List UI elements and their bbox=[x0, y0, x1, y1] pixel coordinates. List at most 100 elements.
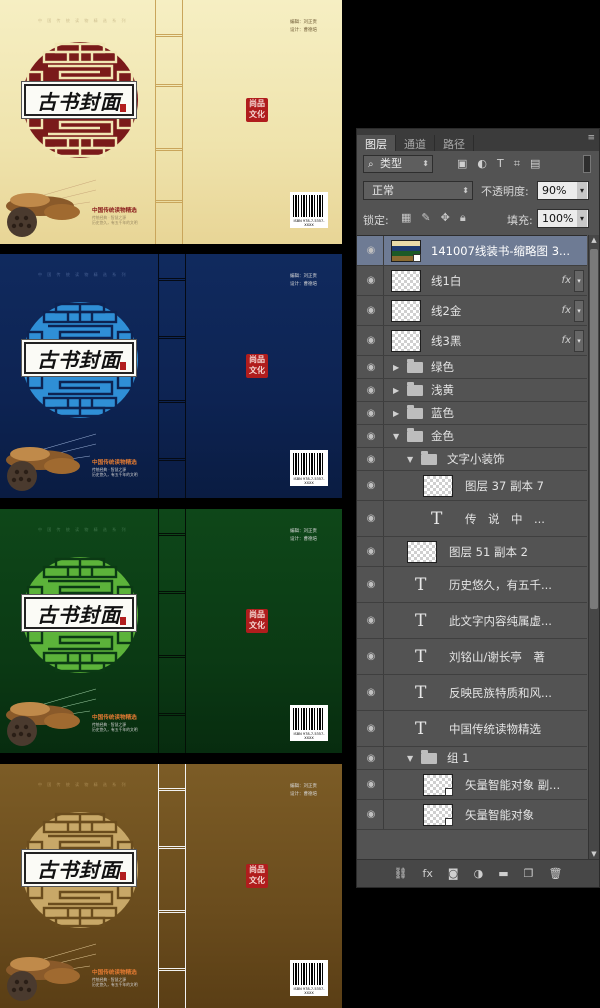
eye-icon[interactable]: ◉ bbox=[363, 513, 379, 524]
shape-filter-icon[interactable]: ⌗ bbox=[514, 157, 520, 171]
smart-object-filter-icon[interactable]: ▤ bbox=[530, 157, 540, 171]
pixel-filter-icon[interactable]: ▣ bbox=[457, 157, 467, 171]
eye-icon[interactable]: ◉ bbox=[363, 335, 379, 346]
new-layer-icon[interactable]: ❐ bbox=[524, 867, 534, 880]
tab-paths[interactable]: 路径 bbox=[435, 135, 474, 151]
adjustment-layer-icon[interactable]: ◑ bbox=[474, 867, 484, 880]
scroll-up-icon[interactable]: ▲ bbox=[589, 235, 599, 245]
lock-all-icon[interactable]: 🔒︎ bbox=[460, 211, 466, 225]
scroll-down-icon[interactable]: ▼ bbox=[589, 849, 599, 859]
cover-gold: 中 国 传 统 读 物 精 选 系 列 编辑：刘正贵 设计：曹德培 古书封面 尚… bbox=[0, 764, 342, 1008]
expand-arrow-icon[interactable]: ▶ bbox=[393, 409, 399, 418]
add-mask-icon[interactable]: ◙ bbox=[448, 867, 459, 880]
eye-icon[interactable]: ◉ bbox=[363, 615, 379, 626]
text-layer-row[interactable]: ◉ T 反映民族特质和风... bbox=[357, 675, 587, 711]
text-layer-row[interactable]: ◉ T 历史悠久，有五千... bbox=[357, 567, 587, 603]
fx-icon[interactable]: fx bbox=[562, 275, 571, 286]
dropdown-arrow-icon[interactable]: ▾ bbox=[577, 210, 587, 227]
eye-icon[interactable]: ◉ bbox=[363, 385, 379, 396]
lock-paint-icon[interactable]: ✎ bbox=[421, 211, 430, 225]
bamboo-spine bbox=[158, 254, 186, 498]
fx-icon[interactable]: fx bbox=[562, 335, 571, 346]
tab-layers[interactable]: 图层 bbox=[357, 135, 396, 151]
fx-icon[interactable]: fx bbox=[562, 305, 571, 316]
layer-row[interactable]: ◉ 图层 37 副本 7 bbox=[357, 471, 587, 501]
layer-style-icon[interactable]: fx bbox=[423, 867, 433, 880]
expand-effects-icon[interactable]: ▾ bbox=[574, 270, 584, 292]
eye-icon[interactable]: ◉ bbox=[363, 809, 379, 820]
collapse-arrow-icon[interactable]: ▼ bbox=[407, 455, 413, 464]
cover-green: 中 国 传 统 读 物 精 选 系 列 编辑：刘正贵 设计：曹德培 古书封面 尚… bbox=[0, 509, 342, 753]
eye-icon[interactable]: ◉ bbox=[363, 723, 379, 734]
layer-row[interactable]: ◉ 线1白 fx ▾ bbox=[357, 266, 587, 296]
lock-icons: ▦ ✎ ✥ 🔒︎ bbox=[401, 211, 466, 225]
text-layer-row[interactable]: ◉ T 此文字内容纯属虚... bbox=[357, 603, 587, 639]
filter-kind-select[interactable]: ⌕ 类型 ⬍ bbox=[363, 155, 433, 173]
group-row[interactable]: ◉ ▶ 蓝色 bbox=[357, 402, 587, 425]
text-layer-icon: T bbox=[415, 610, 427, 631]
link-layers-icon[interactable]: ⛓ bbox=[394, 867, 408, 880]
eye-icon[interactable]: ◉ bbox=[363, 245, 379, 256]
group-row[interactable]: ◉ ▶ 绿色 bbox=[357, 356, 587, 379]
eye-icon[interactable]: ◉ bbox=[363, 651, 379, 662]
layer-row[interactable]: ◉ 141007线装书-缩略图 3... bbox=[357, 236, 587, 266]
type-filter-icon[interactable]: T bbox=[497, 157, 504, 171]
eye-icon[interactable]: ◉ bbox=[363, 687, 379, 698]
delete-layer-icon[interactable]: 🗑︎ bbox=[548, 867, 562, 880]
collapse-arrow-icon[interactable]: ▼ bbox=[393, 432, 399, 441]
lock-position-icon[interactable]: ✥ bbox=[441, 211, 450, 225]
layers-scrollbar[interactable]: ▲ ▼ bbox=[588, 235, 599, 859]
eye-icon[interactable]: ◉ bbox=[363, 408, 379, 419]
layer-row[interactable]: ◉ 线3黑 fx ▾ bbox=[357, 326, 587, 356]
expand-arrow-icon[interactable]: ▶ bbox=[393, 386, 399, 395]
layer-name: 中国传统读物精选 bbox=[449, 721, 541, 736]
scroll-thumb[interactable] bbox=[590, 249, 598, 609]
red-seal: 尚品 文化 bbox=[246, 98, 268, 122]
group-row[interactable]: ◉ ▼ 组 1 bbox=[357, 747, 587, 770]
dropdown-arrow-icon[interactable]: ▾ bbox=[577, 182, 587, 199]
expand-effects-icon[interactable]: ▾ bbox=[574, 330, 584, 352]
layer-thumbnail bbox=[391, 269, 421, 292]
smart-object-row[interactable]: ◉ 矢量智能对象 副... bbox=[357, 770, 587, 800]
new-group-icon[interactable]: ▬ bbox=[498, 867, 508, 880]
eye-icon[interactable]: ◉ bbox=[363, 431, 379, 442]
eye-icon[interactable]: ◉ bbox=[363, 454, 379, 465]
layer-name: 此文字内容纯属虚... bbox=[449, 613, 552, 628]
group-name: 文字小装饰 bbox=[447, 452, 505, 466]
series-subtext: 传统经典 · 智慧之源 历史悠久，有五千年的文明 bbox=[92, 467, 138, 477]
herb-illustration bbox=[6, 688, 96, 746]
layer-row[interactable]: ◉ 线2金 fx ▾ bbox=[357, 296, 587, 326]
expand-effects-icon[interactable]: ▾ bbox=[574, 300, 584, 322]
fill-input[interactable]: 100% ▾ bbox=[537, 209, 589, 228]
eye-icon[interactable]: ◉ bbox=[363, 305, 379, 316]
eye-icon[interactable]: ◉ bbox=[363, 579, 379, 590]
expand-arrow-icon[interactable]: ▶ bbox=[393, 363, 399, 372]
eye-icon[interactable]: ◉ bbox=[363, 779, 379, 790]
smart-object-thumbnail bbox=[423, 803, 453, 826]
tab-channels[interactable]: 通道 bbox=[396, 135, 435, 151]
smart-object-row[interactable]: ◉ 矢量智能对象 bbox=[357, 800, 587, 830]
eye-icon[interactable]: ◉ bbox=[363, 753, 379, 764]
layer-row[interactable]: ◉ 图层 51 副本 2 bbox=[357, 537, 587, 567]
collapse-arrow-icon[interactable]: ▼ bbox=[407, 754, 413, 763]
eye-icon[interactable]: ◉ bbox=[363, 546, 379, 557]
layer-name: 141007线装书-缩略图 3... bbox=[431, 243, 570, 258]
opacity-input[interactable]: 90% ▾ bbox=[537, 181, 589, 200]
text-layer-row[interactable]: ◉ T 刘铭山/谢长亭 著 bbox=[357, 639, 587, 675]
adjustment-filter-icon[interactable]: ◐ bbox=[477, 157, 487, 171]
text-layer-row[interactable]: ◉ T 中国传统读物精选 bbox=[357, 711, 587, 747]
group-row[interactable]: ◉ ▶ 浅黄 bbox=[357, 379, 587, 402]
panel-menu-icon[interactable]: ≡ bbox=[587, 133, 595, 143]
lock-transparent-icon[interactable]: ▦ bbox=[401, 211, 411, 225]
eye-icon[interactable]: ◉ bbox=[363, 362, 379, 373]
eye-icon[interactable]: ◉ bbox=[363, 275, 379, 286]
text-layer-row[interactable]: ◉ T 传 说 中 ... bbox=[357, 501, 587, 537]
group-row[interactable]: ◉ ▼ 金色 bbox=[357, 425, 587, 448]
filter-toggle[interactable] bbox=[583, 155, 591, 173]
eye-icon[interactable]: ◉ bbox=[363, 480, 379, 491]
blend-mode-select[interactable]: 正常 ⬍ bbox=[363, 181, 473, 200]
cover-topline: 中 国 传 统 读 物 精 选 系 列 bbox=[38, 18, 128, 23]
group-row[interactable]: ◉ ▼ 文字小装饰 bbox=[357, 448, 587, 471]
barcode-bars bbox=[293, 195, 325, 217]
layer-name: 矢量智能对象 bbox=[465, 807, 534, 822]
